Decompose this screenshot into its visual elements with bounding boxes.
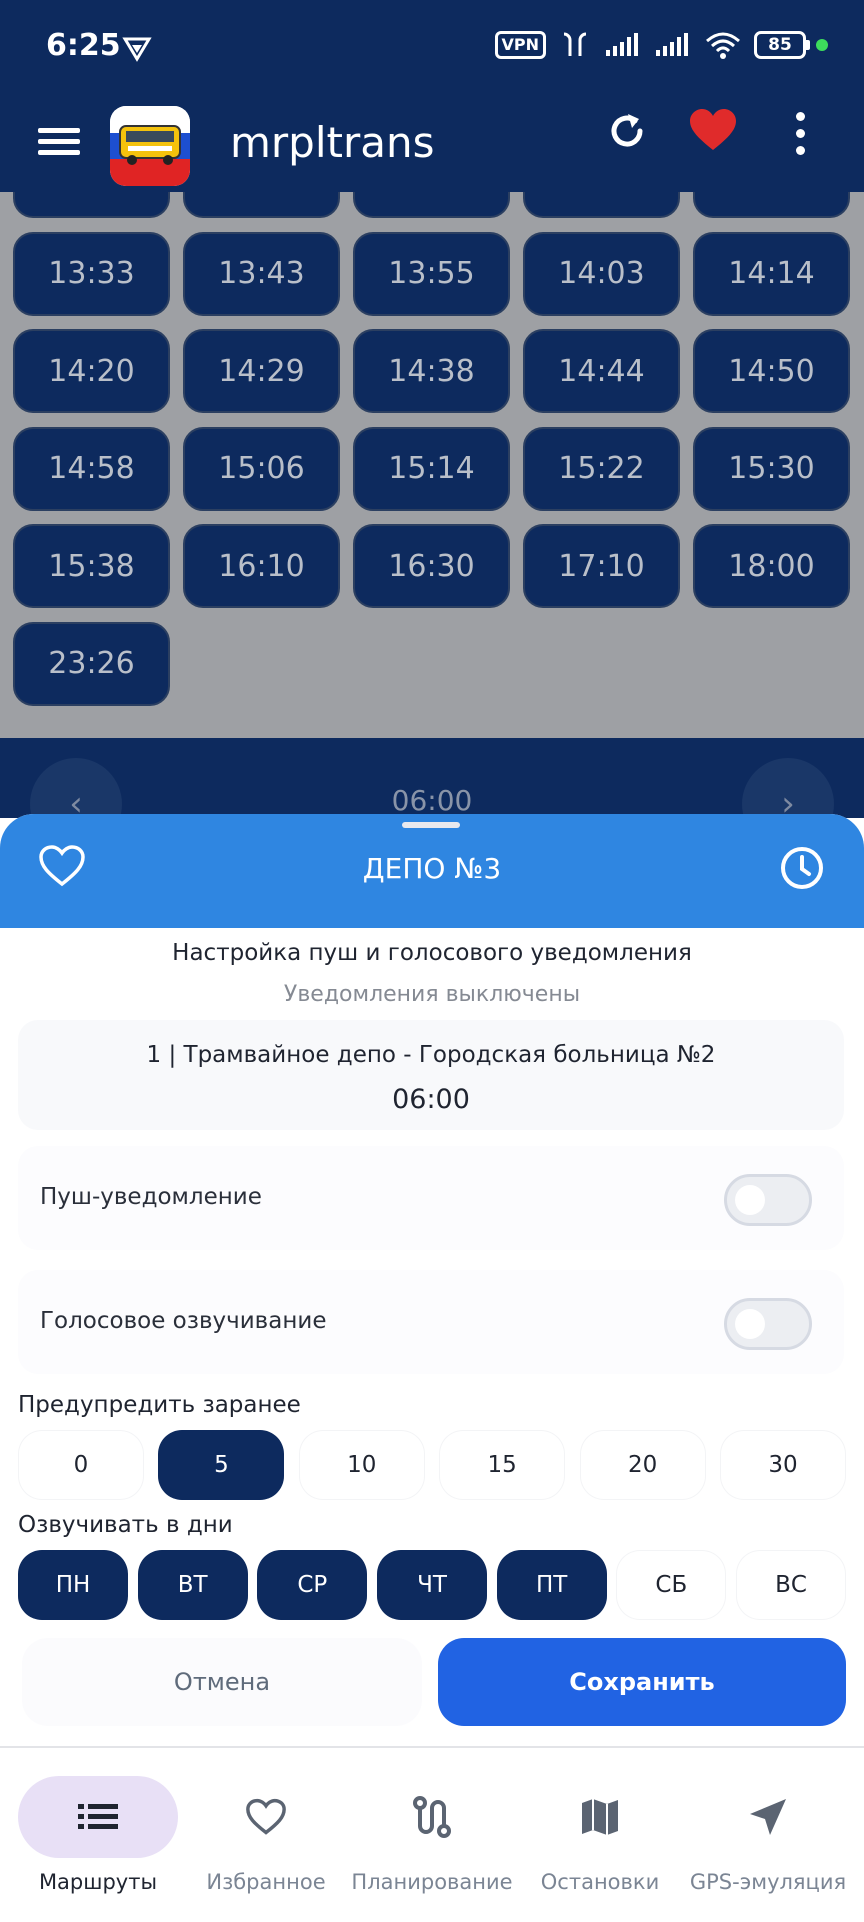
nav-item-routes[interactable]: Маршруты — [12, 1748, 184, 1922]
voice-announcement-label: Голосовое озвучивание — [40, 1308, 327, 1334]
departure-time-chip[interactable]: 13:17 — [523, 192, 680, 218]
nav-label-routes: Маршруты — [38, 1870, 158, 1894]
notification-settings-sheet: ДЕПО №3 Настройка пуш и голосового уведо… — [0, 814, 864, 1746]
notification-status: Уведомления выключены — [283, 982, 581, 1007]
nav-item-stops[interactable]: Остановки — [514, 1748, 686, 1922]
nav-label-favorites: Избранное — [206, 1870, 326, 1894]
day-option[interactable]: ВТ — [137, 1550, 248, 1620]
map-icon — [582, 1799, 618, 1835]
notification-settings-title: Настройка пуш и голосового уведомления — [172, 940, 692, 966]
route-time: 06:00 — [392, 1084, 470, 1115]
stop-title: ДЕПО №3 — [362, 852, 502, 885]
advance-warning-options: 0 5 10 15 20 30 — [18, 1430, 846, 1500]
route-icon — [413, 1796, 451, 1838]
status-indicators: VPN 85 — [494, 30, 828, 60]
push-notification-label: Пуш-уведомление — [40, 1184, 262, 1210]
favorite-heart-icon[interactable] — [688, 108, 738, 152]
clock-icon[interactable] — [778, 844, 826, 892]
advance-option-5[interactable]: 5 — [158, 1430, 285, 1500]
vpn-badge: VPN — [494, 31, 546, 59]
departure-time-chip[interactable]: 14:20 — [13, 329, 170, 413]
nav-item-gps-emulation[interactable]: GPS-эмуляция — [682, 1748, 854, 1922]
heart-outline-icon — [246, 1798, 286, 1835]
departure-time-chip[interactable]: 15:06 — [183, 426, 340, 511]
voice-announcement-toggle[interactable] — [724, 1298, 812, 1350]
announce-days-label: Озвучивать в дни — [18, 1512, 233, 1538]
push-notification-toggle[interactable] — [724, 1174, 812, 1226]
advance-option-15[interactable]: 15 — [439, 1430, 566, 1500]
day-option[interactable]: ВС — [736, 1550, 846, 1620]
departure-time-chip[interactable]: 16:30 — [353, 524, 510, 608]
bottom-navigation: Маршруты Избранное Планирование Остановк… — [0, 1746, 864, 1920]
advance-warning-label: Предупредить заранее — [18, 1392, 301, 1418]
schedule-grid-background: 12:45 12:53 13:08 13:17 13:26 13:3313:4313:55… — [0, 192, 864, 738]
departure-time-chip[interactable]: 17:10 — [523, 524, 680, 608]
departure-time-chip[interactable]: 13:26 — [693, 192, 850, 218]
nav-label-stops: Остановки — [540, 1870, 660, 1894]
departure-time-chip[interactable]: 12:53 — [183, 192, 340, 218]
departure-time-chip[interactable]: 13:55 — [353, 231, 510, 316]
signal-icon-1 — [606, 33, 638, 56]
departure-time-chip[interactable]: 23:26 — [13, 621, 170, 706]
shield-icon — [122, 37, 152, 62]
departure-time-chip[interactable]: 15:22 — [523, 426, 680, 511]
departure-time-chip[interactable]: 12:45 — [13, 192, 170, 218]
announce-days-options: ПН ВТ СР ЧТ ПТ СБ ВС — [18, 1550, 846, 1620]
departure-time-chip[interactable]: 14:44 — [523, 329, 680, 413]
battery-level: 85 — [754, 31, 806, 59]
more-options-icon[interactable] — [796, 112, 808, 163]
app-logo — [110, 106, 190, 186]
nav-label-gps-emulation: GPS-эмуляция — [689, 1870, 847, 1894]
list-icon — [78, 1804, 118, 1829]
advance-option-0[interactable]: 0 — [18, 1430, 144, 1500]
advance-option-10[interactable]: 10 — [298, 1430, 425, 1500]
day-option[interactable]: ПТ — [496, 1550, 607, 1620]
refresh-icon[interactable] — [606, 110, 648, 152]
departure-time-chip[interactable]: 14:03 — [523, 231, 680, 316]
app-title: mrpltrans — [230, 118, 435, 167]
day-option[interactable]: ПН — [18, 1550, 128, 1620]
navigation-arrow-icon — [750, 1799, 786, 1835]
departure-time-chip[interactable]: 15:38 — [13, 524, 170, 608]
departure-time-chip[interactable]: 14:50 — [693, 329, 850, 413]
charging-dot — [816, 39, 828, 51]
departure-time-chip[interactable]: 13:43 — [183, 231, 340, 316]
day-option[interactable]: ЧТ — [377, 1550, 487, 1620]
voice-announcement-row: Голосовое озвучивание — [18, 1270, 844, 1374]
battery-indicator: 85 — [754, 31, 828, 59]
departure-time-chip[interactable]: 15:14 — [353, 426, 510, 511]
departure-time-chip[interactable]: 13:08 — [353, 192, 510, 218]
wifi-icon — [706, 32, 740, 59]
signal-icon-2 — [656, 33, 688, 56]
day-option[interactable]: СБ — [616, 1550, 727, 1620]
advance-option-30[interactable]: 30 — [720, 1430, 846, 1500]
departure-time-chip[interactable]: 14:14 — [693, 231, 850, 316]
current-time-label: 06:00 — [391, 784, 473, 817]
time-navigator: ‹ 06:00 › — [0, 738, 864, 850]
route-name: 1 | Трамвайное депо - Городская больница… — [146, 1042, 716, 1068]
departure-time-chip[interactable]: 14:38 — [353, 329, 510, 413]
departure-time-chip[interactable]: 15:30 — [693, 426, 850, 511]
sheet-header: ДЕПО №3 — [0, 814, 864, 928]
nav-item-planning[interactable]: Планирование — [346, 1748, 518, 1922]
status-time: 6:25 — [46, 28, 121, 63]
departure-time-chip[interactable]: 14:58 — [13, 426, 170, 511]
hamburger-menu-icon[interactable] — [38, 122, 80, 164]
drag-handle[interactable] — [402, 822, 460, 828]
departure-time-chip[interactable]: 14:29 — [183, 329, 340, 413]
earbuds-icon — [563, 32, 587, 56]
nav-item-favorites[interactable]: Избранное — [180, 1748, 352, 1922]
departure-time-chip[interactable]: 18:00 — [693, 524, 850, 608]
cancel-button[interactable]: Отмена — [22, 1638, 422, 1726]
save-button[interactable]: Сохранить — [438, 1638, 846, 1726]
departure-time-chip[interactable]: 13:33 — [13, 231, 170, 316]
nav-label-planning: Планирование — [351, 1870, 513, 1894]
departure-time-chip[interactable]: 16:10 — [183, 524, 340, 608]
push-notification-row: Пуш-уведомление — [18, 1146, 844, 1250]
advance-option-20[interactable]: 20 — [579, 1430, 706, 1500]
status-bar: 6:25 VPN 85 — [0, 0, 864, 96]
route-card: 1 | Трамвайное депо - Городская больница… — [18, 1020, 844, 1130]
day-option[interactable]: СР — [257, 1550, 368, 1620]
